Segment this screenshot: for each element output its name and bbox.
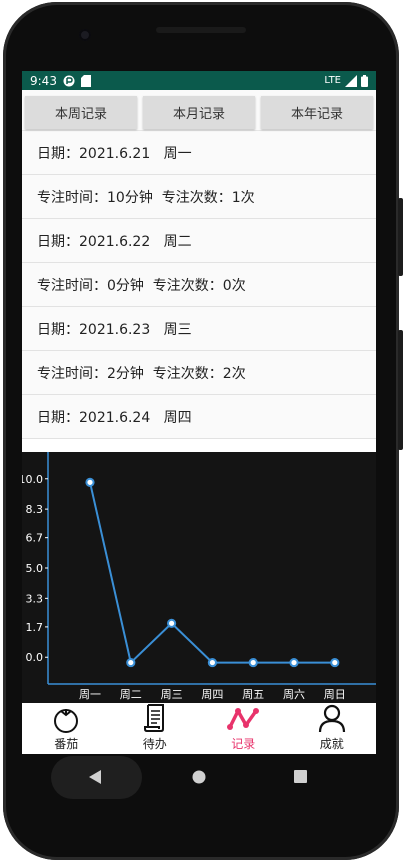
weekly-chart: 10.0 8.3 6.7 5.0 3.3 1.7 0.0 周一 周二 周三 周四 周五 周六 周日 (22, 452, 376, 703)
phone-frame: 9:43 LTE 本周记录 本月记录 本年记录 日期：2021.6.21 周一 … (0, 0, 403, 863)
x-tick-label: 周四 (201, 688, 223, 701)
record-date-row: 日期：2021.6.22 周二 (22, 219, 376, 263)
sd-card-icon (80, 74, 91, 87)
data-point (167, 618, 177, 628)
nav-record[interactable]: 记录 (199, 703, 288, 754)
x-tick-label: 周三 (161, 688, 183, 701)
status-bar: 9:43 LTE (22, 71, 376, 90)
notification-icon (63, 75, 75, 86)
trend-icon (227, 708, 260, 730)
network-type: LTE (324, 75, 341, 86)
data-point (207, 657, 217, 668)
nav-tomato[interactable]: 番茄 (22, 703, 111, 754)
line-chart: 10.0 8.3 6.7 5.0 3.3 1.7 0.0 周一 周二 周三 周四 周五 周六 周日 (22, 452, 376, 701)
tomato-icon (54, 709, 79, 733)
x-tick-label: 周六 (283, 688, 305, 701)
data-point (248, 657, 258, 668)
nav-label: 记录 (231, 737, 256, 751)
y-tick-label: 5.0 (26, 562, 44, 575)
data-point (85, 477, 95, 487)
front-camera (79, 29, 91, 41)
record-focus-row: 专注时间：10分钟 专注次数：1次 (22, 175, 376, 219)
x-tick-label: 周一 (79, 688, 101, 701)
scroll-icon (143, 704, 164, 732)
person-icon (318, 704, 345, 733)
recents-icon[interactable] (294, 770, 307, 783)
nav-todo[interactable]: 待办 (111, 703, 200, 754)
status-time: 9:43 (30, 73, 57, 88)
y-tick-label: 1.7 (26, 621, 44, 634)
data-point (330, 657, 340, 668)
nav-label: 成就 (319, 737, 344, 751)
signal-icon (345, 74, 357, 87)
tab-week[interactable]: 本周记录 (25, 96, 137, 129)
earpiece-speaker (156, 27, 246, 33)
bottom-navigation: 番茄 待办 记录 成就 (22, 703, 376, 754)
record-date-row: 日期：2021.6.23 周三 (22, 307, 376, 351)
battery-icon (361, 74, 368, 87)
y-tick-label: 3.3 (26, 592, 44, 605)
nav-achievement[interactable]: 成就 (288, 703, 377, 754)
series-line (89, 482, 335, 665)
y-tick-label: 0.0 (26, 651, 44, 664)
data-point (289, 657, 299, 668)
y-tick-label: 10.0 (22, 473, 43, 486)
home-icon[interactable] (192, 770, 206, 784)
y-tick-label: 6.7 (26, 532, 44, 545)
record-date-row: 日期：2021.6.21 周一 (22, 131, 376, 175)
nav-label: 番茄 (54, 737, 79, 751)
back-icon[interactable] (88, 769, 102, 785)
x-tick-label: 周二 (120, 688, 142, 701)
tab-year[interactable]: 本年记录 (261, 96, 373, 129)
x-tick-label: 周五 (242, 688, 264, 701)
record-list[interactable]: 日期：2021.6.21 周一 专注时间：10分钟 专注次数：1次 日期：202… (22, 131, 376, 439)
x-tick-label: 周日 (324, 688, 346, 701)
tab-month[interactable]: 本月记录 (143, 96, 255, 129)
record-focus-row: 专注时间：2分钟 专注次数：2次 (22, 351, 376, 395)
volume-button (398, 198, 403, 276)
app-screen: 9:43 LTE 本周记录 本月记录 本年记录 日期：2021.6.21 周一 … (22, 71, 376, 754)
data-point (126, 657, 136, 668)
record-focus-row: 专注时间：0分钟 专注次数：0次 (22, 263, 376, 307)
y-tick-label: 8.3 (26, 503, 44, 516)
power-button (398, 330, 403, 450)
nav-label: 待办 (142, 737, 167, 751)
record-tabs: 本周记录 本月记录 本年记录 (22, 90, 376, 131)
record-date-row: 日期：2021.6.24 周四 (22, 395, 376, 439)
